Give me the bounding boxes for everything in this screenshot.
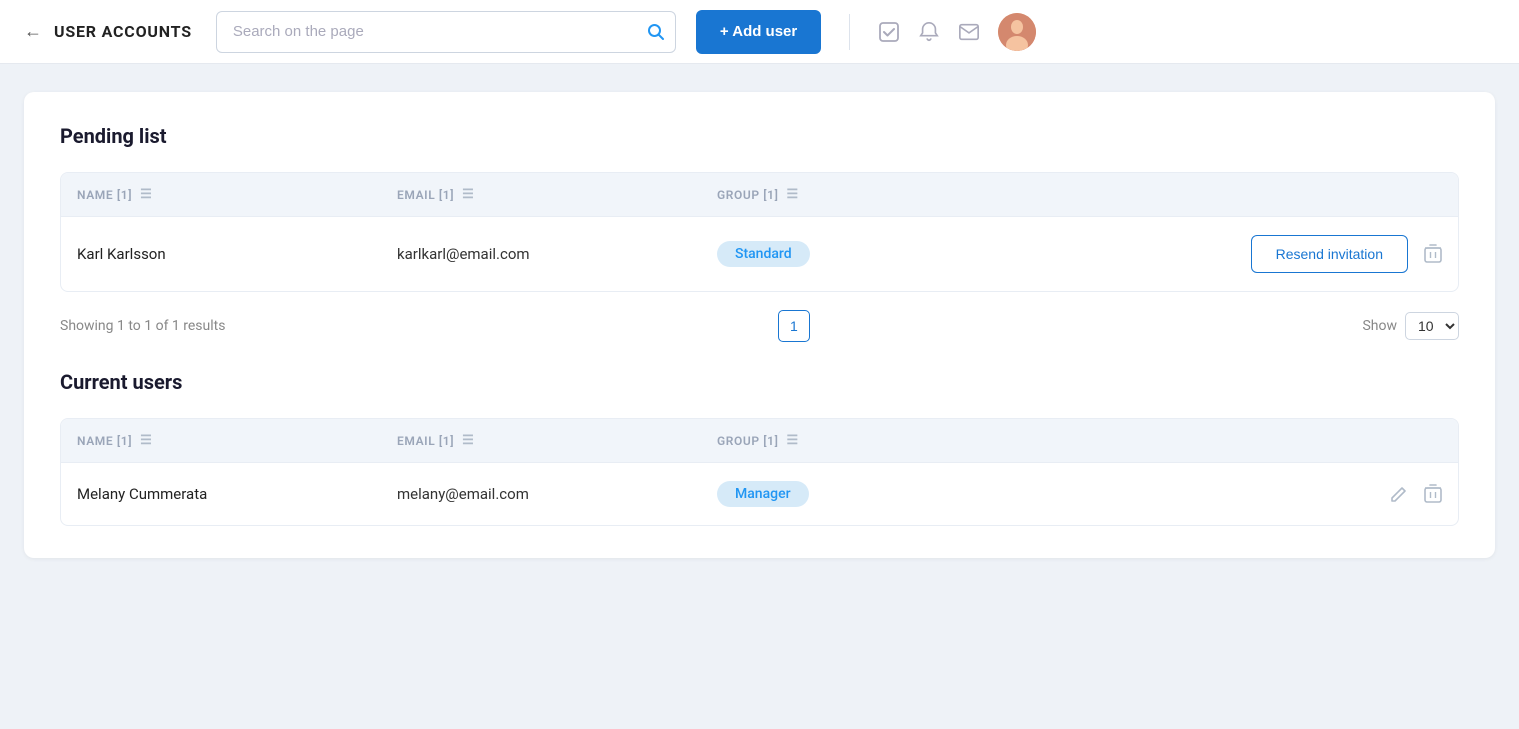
pending-table: NAME [1] ☰ EMAIL [1] ☰ GROUP [1] ☰ K bbox=[60, 172, 1459, 292]
show-count-select[interactable]: 10 25 50 bbox=[1405, 312, 1459, 340]
pending-row-group: Standard bbox=[717, 241, 997, 267]
current-col-email: EMAIL [1] ☰ bbox=[397, 433, 717, 448]
search-bar bbox=[216, 11, 676, 53]
pagination-info: Showing 1 to 1 of 1 results bbox=[60, 318, 225, 334]
current-name-filter-icon[interactable]: ☰ bbox=[140, 433, 152, 448]
group-filter-icon[interactable]: ☰ bbox=[786, 187, 798, 202]
page-title: USER ACCOUNTS bbox=[54, 22, 192, 41]
pending-section: Pending list NAME [1] ☰ EMAIL [1] ☰ GROU… bbox=[60, 124, 1459, 342]
show-row: Show 10 25 50 bbox=[1362, 312, 1459, 340]
current-row-name: Melany Cummerata bbox=[77, 485, 397, 503]
current-row-actions bbox=[997, 484, 1442, 504]
current-users-section: Current users NAME [1] ☰ EMAIL [1] ☰ GRO… bbox=[60, 370, 1459, 526]
current-row-group: Manager bbox=[717, 481, 997, 507]
pending-row-actions: Resend invitation bbox=[997, 235, 1442, 273]
pending-row-email: karlkarl@email.com bbox=[397, 245, 717, 263]
add-user-button[interactable]: + Add user bbox=[696, 10, 821, 54]
current-col-actions bbox=[997, 433, 1442, 448]
resend-invitation-button[interactable]: Resend invitation bbox=[1251, 235, 1408, 273]
current-group-filter-icon[interactable]: ☰ bbox=[786, 433, 798, 448]
back-arrow-icon: ← bbox=[24, 21, 42, 42]
table-row: Karl Karlsson karlkarl@email.com Standar… bbox=[61, 217, 1458, 291]
edit-user-button[interactable] bbox=[1390, 485, 1408, 503]
table-row: Melany Cummerata melany@email.com Manage… bbox=[61, 463, 1458, 525]
delete-user-button[interactable] bbox=[1424, 484, 1442, 504]
pending-section-title: Pending list bbox=[60, 124, 1459, 148]
delete-pending-row-button[interactable] bbox=[1424, 244, 1442, 264]
pending-col-name: NAME [1] ☰ bbox=[77, 187, 397, 202]
bell-icon-button[interactable] bbox=[918, 21, 940, 43]
current-col-group: GROUP [1] ☰ bbox=[717, 433, 997, 448]
mail-icon-button[interactable] bbox=[958, 21, 980, 43]
avatar[interactable] bbox=[998, 13, 1036, 51]
page-1-button[interactable]: 1 bbox=[778, 310, 810, 342]
header-icon-group bbox=[878, 13, 1036, 51]
email-filter-icon[interactable]: ☰ bbox=[462, 187, 474, 202]
main-content: Pending list NAME [1] ☰ EMAIL [1] ☰ GROU… bbox=[0, 64, 1519, 586]
pending-col-actions bbox=[997, 187, 1442, 202]
search-input[interactable] bbox=[216, 11, 676, 53]
current-users-section-title: Current users bbox=[60, 370, 1459, 394]
current-col-name: NAME [1] ☰ bbox=[77, 433, 397, 448]
pending-col-group: GROUP [1] ☰ bbox=[717, 187, 997, 202]
back-link[interactable]: ← USER ACCOUNTS bbox=[24, 21, 192, 42]
name-filter-icon[interactable]: ☰ bbox=[140, 187, 152, 202]
avatar-image bbox=[998, 13, 1036, 51]
current-users-table: NAME [1] ☰ EMAIL [1] ☰ GROUP [1] ☰ M bbox=[60, 418, 1459, 526]
pending-col-email: EMAIL [1] ☰ bbox=[397, 187, 717, 202]
current-email-filter-icon[interactable]: ☰ bbox=[462, 433, 474, 448]
app-header: ← USER ACCOUNTS + Add user bbox=[0, 0, 1519, 64]
show-label: Show bbox=[1362, 318, 1397, 334]
current-row-email: melany@email.com bbox=[397, 485, 717, 503]
group-badge-manager: Manager bbox=[717, 481, 809, 507]
group-badge: Standard bbox=[717, 241, 810, 267]
pending-row-name: Karl Karlsson bbox=[77, 245, 397, 263]
header-divider bbox=[849, 14, 850, 50]
pagination-pages: 1 bbox=[225, 310, 1362, 342]
search-button[interactable] bbox=[646, 22, 666, 42]
pending-table-header: NAME [1] ☰ EMAIL [1] ☰ GROUP [1] ☰ bbox=[61, 173, 1458, 217]
add-user-label: + Add user bbox=[720, 23, 797, 40]
current-users-table-header: NAME [1] ☰ EMAIL [1] ☰ GROUP [1] ☰ bbox=[61, 419, 1458, 463]
check-icon-button[interactable] bbox=[878, 21, 900, 43]
pending-pagination: Showing 1 to 1 of 1 results 1 Show 10 25… bbox=[60, 310, 1459, 342]
content-card: Pending list NAME [1] ☰ EMAIL [1] ☰ GROU… bbox=[24, 92, 1495, 558]
